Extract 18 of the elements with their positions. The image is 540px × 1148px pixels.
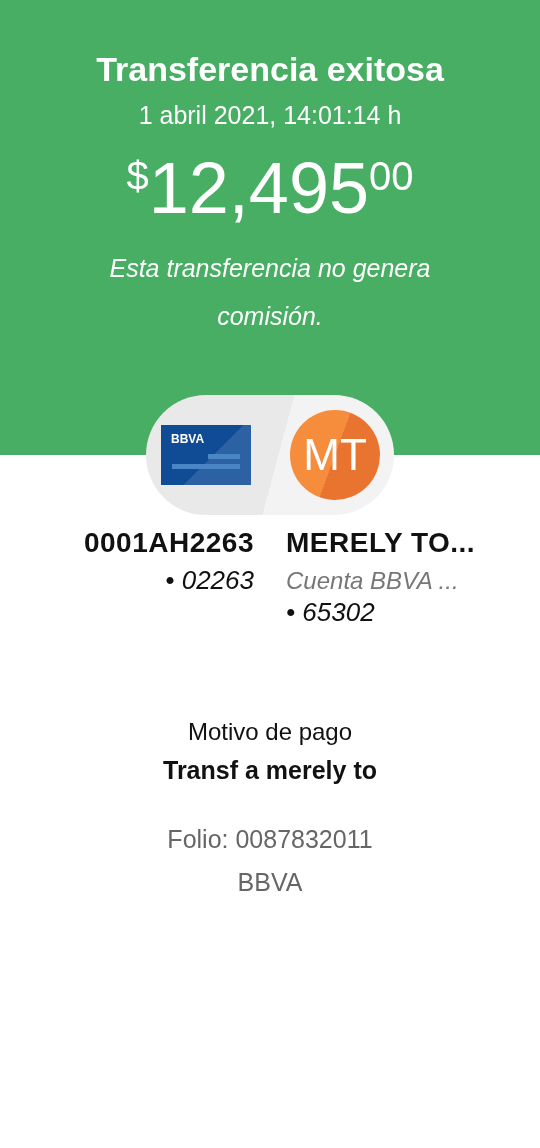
folio: Folio: 0087832011	[167, 825, 373, 854]
account-type: Cuenta BBVA ...	[286, 567, 459, 595]
title: Transferencia exitosa	[96, 50, 444, 89]
commission-note: Esta transferencia no genera comisión.	[108, 253, 432, 332]
amount-cents: 00	[369, 156, 414, 196]
date-time: 1 abril 2021, 14:01:14 h	[138, 101, 402, 130]
currency-symbol: $	[126, 156, 149, 196]
bank-name: BBVA	[237, 868, 303, 897]
card-stripes-icon	[172, 454, 240, 469]
amount: 12,495	[148, 152, 369, 224]
card-brand: BBVA	[171, 432, 205, 446]
origin-account: 0001AH2263	[83, 527, 254, 559]
recipient-number: • 65302	[286, 597, 375, 628]
payment-reason: Transf a merely to	[163, 756, 377, 785]
recipient-name: MERELY TO...	[286, 527, 476, 559]
payment-reason-label: Motivo de pago	[187, 718, 353, 746]
origin-number: • 02263	[165, 565, 254, 596]
initials-avatar: MT	[290, 410, 380, 500]
